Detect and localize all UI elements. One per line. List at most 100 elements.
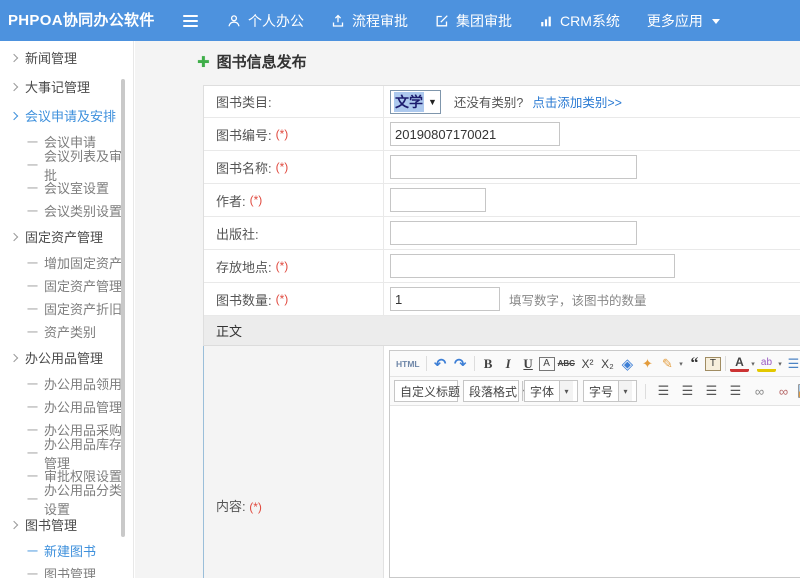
menu-toggle-icon[interactable] (183, 15, 198, 30)
form-row: 图书名称: (*) (204, 151, 800, 184)
underline-icon[interactable]: U (519, 354, 538, 373)
font-color-caret-icon[interactable]: ▾ (750, 354, 756, 373)
toolbar-separator[interactable] (725, 356, 726, 371)
sidebar-item-memorabilia[interactable]: 一 大事记管理 (0, 72, 133, 101)
insert-link-icon[interactable]: ∞ (750, 382, 769, 401)
nav-workflow-approval[interactable]: 流程审批 (331, 11, 408, 31)
align-left-icon[interactable]: ☰ (654, 382, 673, 401)
align-right-icon[interactable]: ☰ (702, 382, 721, 401)
required-mark: (*) (276, 160, 289, 174)
font-style-box-icon[interactable]: A (539, 357, 555, 371)
undo-icon[interactable]: ↶ (431, 354, 450, 373)
dash-bullet-icon: 一 (27, 543, 38, 559)
custom-title-select[interactable]: 自定义标题 ▾ (394, 380, 458, 402)
sidebar-item-meeting[interactable]: 一 会议申请及安排 (0, 101, 133, 130)
nav-group-approval[interactable]: 集团审批 (435, 11, 512, 31)
toolbar-separator[interactable] (474, 356, 475, 371)
top-nav: 个人办公 流程审批 集团审批 CRM系统 (227, 0, 720, 41)
sidebar-item-asset-category[interactable]: 一 资产类别 (0, 320, 133, 343)
blockquote-icon[interactable]: “ (685, 354, 704, 373)
italic-icon[interactable]: I (499, 354, 518, 373)
category-row: 图书类目: 文学 ▼ 还没有类别? 点击添加类别>> (204, 86, 800, 118)
nav-personal-office[interactable]: 个人办公 (227, 11, 304, 31)
sidebar-item-news[interactable]: 一 新闻管理 (0, 43, 133, 72)
font-size-select[interactable]: 字号 ▾ (583, 380, 637, 402)
editor-content-area[interactable] (390, 406, 800, 577)
sidebar-item-label: 增加固定资产 (44, 253, 122, 272)
chevron-right-icon (10, 53, 18, 61)
sidebar-item-meeting-list[interactable]: 一 会议列表及审批 (0, 153, 133, 176)
font-color-icon[interactable]: A (730, 356, 749, 372)
book-number-input[interactable] (390, 122, 560, 146)
sidebar-item-supplies[interactable]: 一 办公用品管理 (0, 343, 133, 372)
nav-label: 更多应用 (647, 11, 703, 31)
highlight-color-caret-icon[interactable]: ▾ (777, 354, 783, 373)
page-title-text: 图书信息发布 (217, 51, 307, 72)
clear-format-icon[interactable]: ✦ (638, 354, 657, 373)
dash-bullet-icon: 一 (27, 278, 38, 294)
font-family-select[interactable]: 字体 ▾ (524, 380, 578, 402)
strikethrough-icon[interactable]: ABC (556, 354, 577, 373)
add-category-link[interactable]: 点击添加类别>> (532, 92, 622, 111)
required-mark: (*) (276, 259, 289, 273)
align-justify-icon[interactable]: ☰ (726, 382, 745, 401)
sidebar-item-label: 大事记管理 (25, 77, 90, 96)
bold-icon[interactable]: B (479, 354, 498, 373)
field-label: 存放地点: (216, 257, 272, 276)
form-row: 出版社: (204, 217, 800, 250)
dash-bullet-icon: 一 (27, 180, 38, 196)
sidebar-item-supplies-stock[interactable]: 一 办公用品库存管理 (0, 441, 133, 464)
publisher-input[interactable] (390, 221, 637, 245)
sidebar-item-assets[interactable]: 一 固定资产管理 (0, 222, 133, 251)
bar-chart-icon (539, 14, 553, 28)
sidebar-item-supplies-use[interactable]: 一 办公用品领用 (0, 372, 133, 395)
nav-crm-system[interactable]: CRM系统 (539, 11, 620, 31)
paragraph-format-select[interactable]: 段落格式 ▾ (463, 380, 519, 402)
sidebar-item-asset-add[interactable]: 一 增加固定资产 (0, 251, 133, 274)
sidebar-item-book-manage[interactable]: 一 图书管理 (0, 562, 133, 578)
page-title: ✚ 图书信息发布 (197, 51, 307, 72)
sidebar-item-label: 办公用品管理 (44, 397, 122, 416)
dash-bullet-icon: 一 (27, 324, 38, 340)
chevron-right-icon (10, 520, 18, 528)
dash-bullet-icon: 一 (27, 255, 38, 271)
nav-more-apps[interactable]: 更多应用 (647, 11, 720, 31)
sidebar-scrollbar[interactable] (121, 79, 125, 537)
sidebar-item-supplies-category[interactable]: 一 办公用品分类设置 (0, 487, 133, 510)
dash-bullet-icon: 一 (27, 422, 38, 438)
sidebar-item-meeting-category[interactable]: 一 会议类别设置 (0, 199, 133, 222)
sidebar-item-asset-depreciation[interactable]: 一 固定资产折旧 (0, 297, 133, 320)
sidebar-item-label: 会议类别设置 (44, 201, 122, 220)
field-hint: 填写数字，该图书的数量 (509, 290, 647, 309)
remove-link-icon[interactable]: ∞ (774, 382, 793, 401)
toolbar-separator[interactable] (426, 356, 427, 371)
sidebar-item-label: 办公用品分类设置 (44, 480, 133, 518)
eraser-icon[interactable]: ◈ (618, 354, 637, 373)
paint-format-icon[interactable]: ✎ (658, 354, 677, 373)
paint-format-caret-icon[interactable]: ▾ (678, 354, 684, 373)
superscript-icon[interactable]: X² (578, 354, 597, 373)
select-arrow-icon: ▼ (428, 97, 437, 107)
sidebar-item-supplies-manage[interactable]: 一 办公用品管理 (0, 395, 133, 418)
sidebar-item-label: 新闻管理 (25, 48, 77, 67)
highlight-color-icon[interactable]: ab (757, 356, 776, 372)
quantity-input[interactable] (390, 287, 500, 311)
paste-text-icon[interactable]: T (705, 357, 721, 371)
required-mark: (*) (250, 193, 263, 207)
sidebar-item-book-new[interactable]: 一 新建图书 (0, 539, 133, 562)
sidebar: 一 新闻管理 一 大事记管理 一 会议申请及安排 一 会议申请 一 会议列表及审… (0, 41, 134, 578)
book-name-input[interactable] (390, 155, 637, 179)
book-form: 图书类目: 文学 ▼ 还没有类别? 点击添加类别>> 图书编号: (*) (203, 85, 800, 578)
redo-icon[interactable]: ↷ (451, 354, 470, 373)
align-center-icon[interactable]: ☰ (678, 382, 697, 401)
author-input[interactable] (390, 188, 486, 212)
subscript-icon[interactable]: X₂ (598, 354, 617, 373)
location-input[interactable] (390, 254, 675, 278)
ordered-list-icon[interactable]: ☰ (784, 354, 800, 373)
html-source-button[interactable]: HTML (394, 354, 422, 373)
body-section-bar: 正文 (204, 316, 800, 346)
category-select[interactable]: 文学 ▼ (390, 90, 441, 114)
field-label: 图书编号: (216, 125, 272, 144)
sidebar-item-asset-manage[interactable]: 一 固定资产管理 (0, 274, 133, 297)
sidebar-item-label: 固定资产折旧 (44, 299, 122, 318)
